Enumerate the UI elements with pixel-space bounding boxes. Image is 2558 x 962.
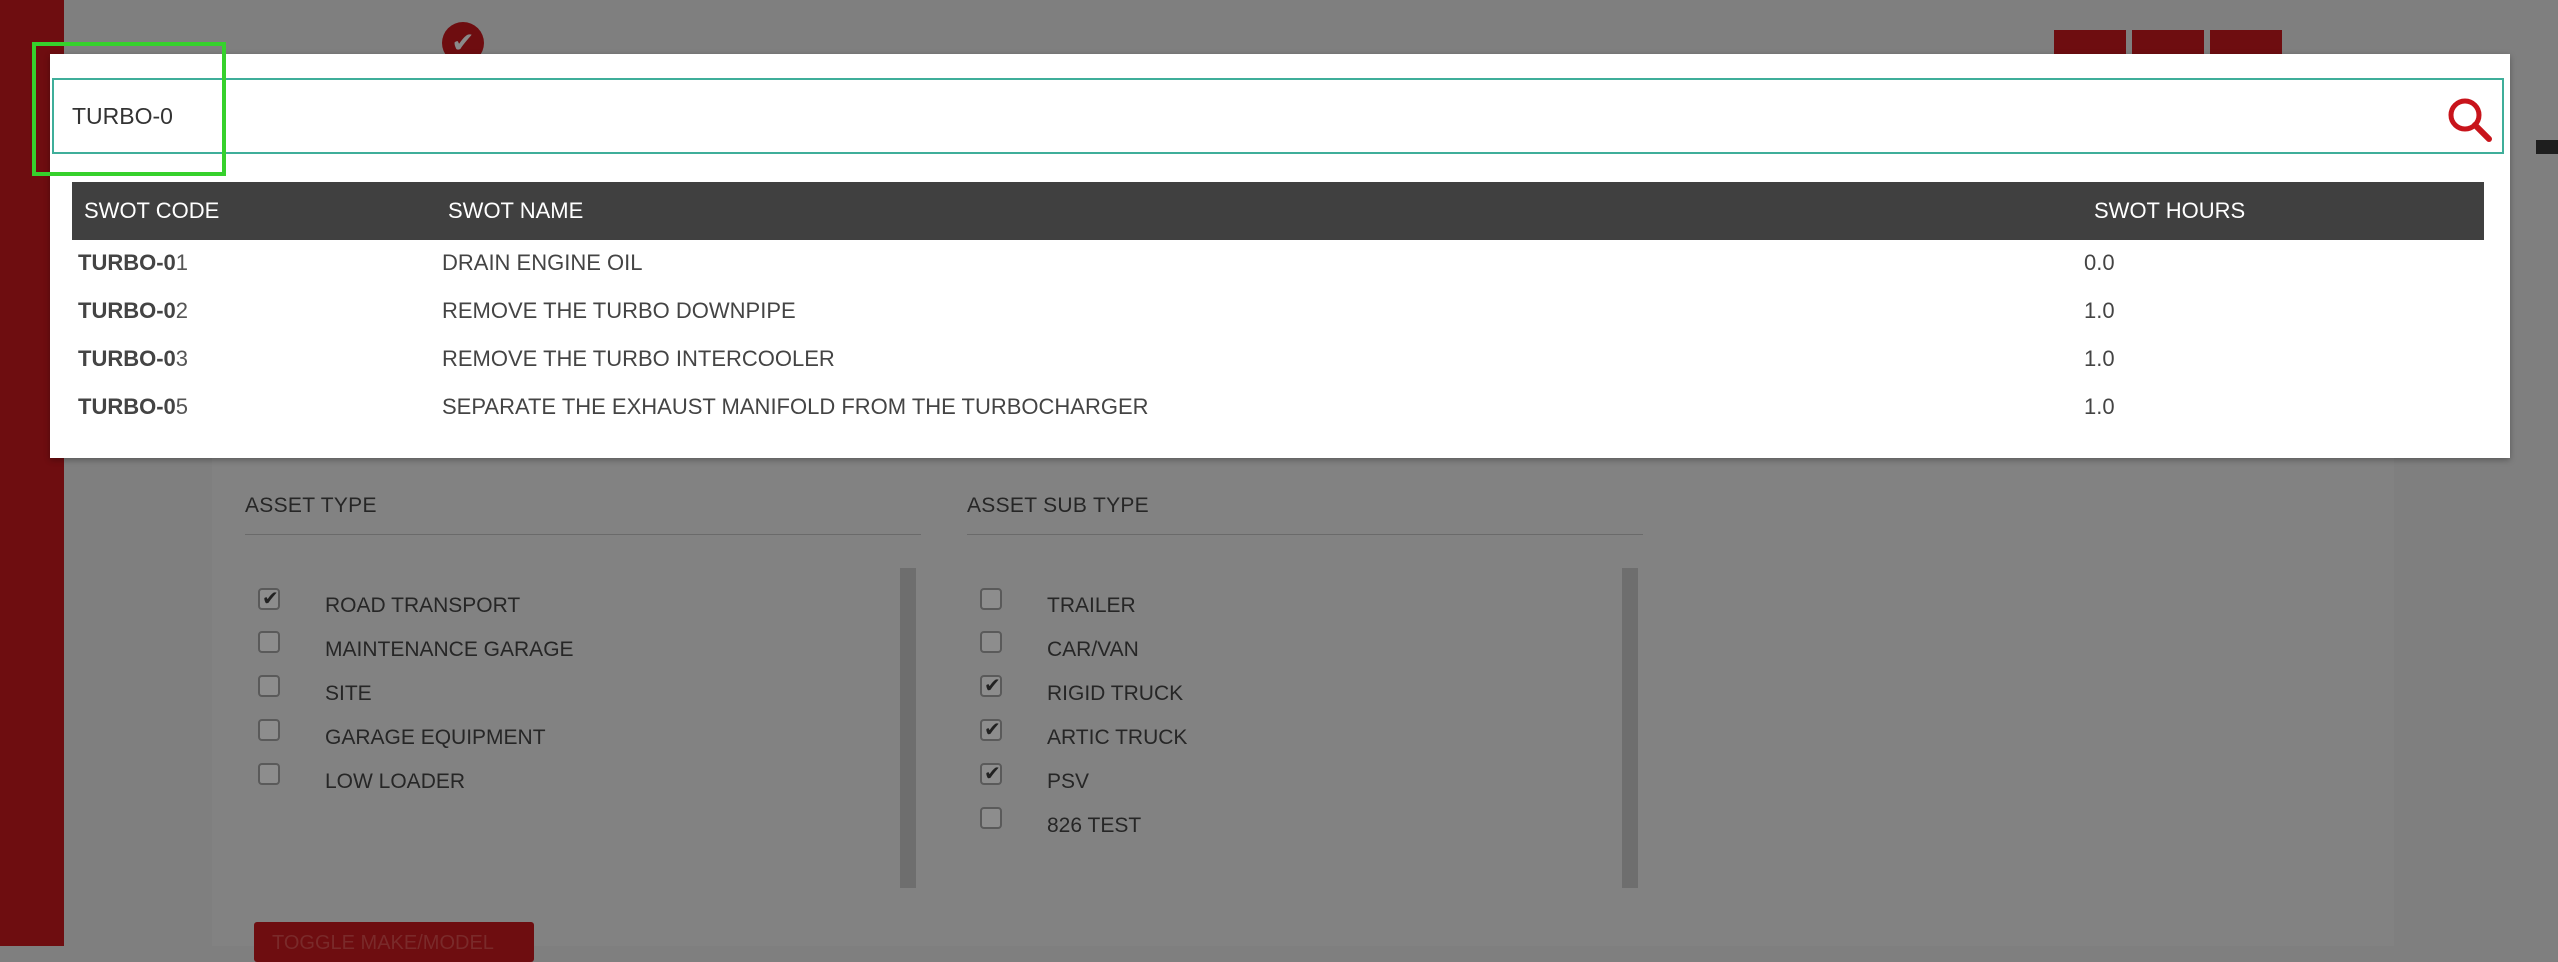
result-name: DRAIN ENGINE OIL <box>442 250 643 275</box>
checkbox-826-test[interactable] <box>980 807 1002 829</box>
checkbox-label: ARTIC TRUCK <box>1047 726 1188 749</box>
checkbox-label: TRAILER <box>1047 594 1136 617</box>
result-code-rest: 1 <box>175 250 189 275</box>
result-row[interactable]: TURBO-01 DRAIN ENGINE OIL 0.0 <box>50 240 2510 288</box>
result-code: TURBO-02 <box>78 298 188 324</box>
header-swot-code: SWOT CODE <box>84 198 220 223</box>
result-code-match: TURBO-0 <box>78 298 176 323</box>
checkbox-low-loader[interactable] <box>258 763 280 785</box>
result-code-rest: 2 <box>175 298 189 323</box>
filter-panel <box>212 456 2394 946</box>
result-row[interactable]: TURBO-02 REMOVE THE TURBO DOWNPIPE 1.0 <box>50 288 2510 336</box>
result-code: TURBO-01 <box>78 250 188 276</box>
checkbox-label: SITE <box>325 682 372 705</box>
checkbox-trailer[interactable] <box>980 588 1002 610</box>
checkbox-label: GARAGE EQUIPMENT <box>325 726 546 749</box>
checkbox-road-transport[interactable] <box>258 586 280 611</box>
result-name: REMOVE THE TURBO DOWNPIPE <box>442 298 796 323</box>
result-hours: 1.0 <box>2084 394 2115 419</box>
checkbox-label: LOW LOADER <box>325 770 466 793</box>
result-row[interactable]: TURBO-05 SEPARATE THE EXHAUST MANIFOLD F… <box>50 384 2510 432</box>
search-icon[interactable] <box>2444 94 2494 144</box>
result-code-rest: 5 <box>175 394 189 419</box>
result-code: TURBO-05 <box>78 394 188 420</box>
checkbox-site[interactable] <box>258 675 280 697</box>
results-header: SWOT CODE SWOT NAME SWOT HOURS <box>72 182 2484 240</box>
search-input[interactable] <box>72 98 2372 134</box>
checkbox-label: CAR/VAN <box>1047 638 1139 661</box>
asset-type-title: ASSET TYPE <box>245 494 377 517</box>
checkbox-artic-truck[interactable] <box>980 717 1002 742</box>
result-row[interactable]: TURBO-03 REMOVE THE TURBO INTERCOOLER 1.… <box>50 336 2510 384</box>
asset-type-rule <box>245 534 921 535</box>
checkbox-label: PSV <box>1047 770 1090 793</box>
asset-sub-type-rule <box>967 534 1643 535</box>
checkbox-maintenance-garage[interactable] <box>258 631 280 653</box>
checkbox-psv[interactable] <box>980 761 1002 786</box>
search-box <box>52 78 2504 154</box>
header-swot-name: SWOT NAME <box>448 198 584 223</box>
asset-sub-type-scrollbar[interactable] <box>1622 568 1638 888</box>
result-code-match: TURBO-0 <box>78 394 176 419</box>
result-code-match: TURBO-0 <box>78 346 176 371</box>
result-hours: 1.0 <box>2084 298 2115 323</box>
result-hours: 0.0 <box>2084 250 2115 275</box>
checkbox-label: 826 TEST <box>1047 814 1142 837</box>
result-code: TURBO-03 <box>78 346 188 372</box>
focus-highlight <box>32 42 226 176</box>
search-modal: SWOT CODE SWOT NAME SWOT HOURS TURBO-01 … <box>50 54 2510 458</box>
checkbox-car-van[interactable] <box>980 631 1002 653</box>
asset-type-scrollbar[interactable] <box>900 568 916 888</box>
asset-sub-type-title: ASSET SUB TYPE <box>967 494 1149 517</box>
toggle-make-model-button[interactable]: TOGGLE MAKE/MODEL <box>254 922 534 962</box>
divider <box>2536 140 2558 154</box>
result-code-match: TURBO-0 <box>78 250 176 275</box>
checkbox-label: RIGID TRUCK <box>1047 682 1184 705</box>
checkbox-label: MAINTENANCE GARAGE <box>325 638 574 661</box>
checkbox-garage-equipment[interactable] <box>258 719 280 741</box>
checkbox-rigid-truck[interactable] <box>980 673 1002 698</box>
header-swot-hours: SWOT HOURS <box>2094 198 2246 223</box>
checkbox-label: ROAD TRANSPORT <box>325 594 521 617</box>
result-code-rest: 3 <box>175 346 189 371</box>
result-hours: 1.0 <box>2084 346 2115 371</box>
result-name: REMOVE THE TURBO INTERCOOLER <box>442 346 835 371</box>
result-name: SEPARATE THE EXHAUST MANIFOLD FROM THE T… <box>442 394 1149 419</box>
